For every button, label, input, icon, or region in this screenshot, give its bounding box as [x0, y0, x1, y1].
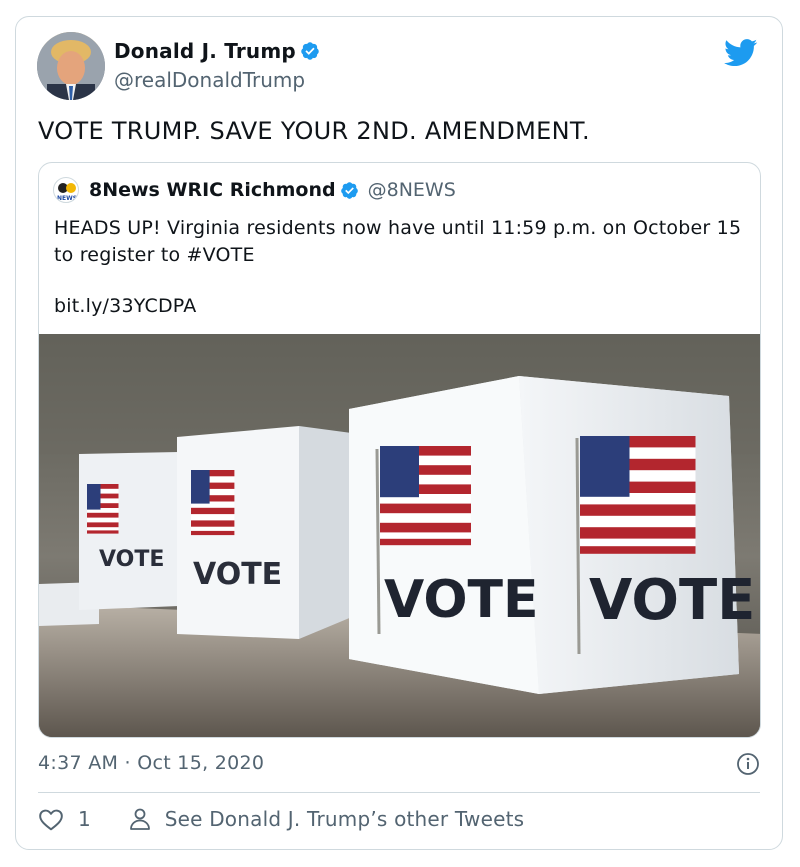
heart-icon[interactable] — [38, 807, 64, 831]
booth-label: VOTE — [99, 547, 164, 572]
divider — [38, 792, 760, 793]
verified-badge-icon — [301, 42, 319, 60]
like-count[interactable]: 1 — [78, 807, 91, 831]
twitter-bird-icon[interactable] — [724, 39, 758, 67]
author-avatar[interactable] — [37, 32, 105, 100]
tweet-card: Donald J. Trump @realDonaldTrump VOTE TR… — [15, 16, 783, 850]
tweet-text: VOTE TRUMP. SAVE YOUR 2ND. AMENDMENT. — [38, 117, 590, 145]
booth-label: VOTE — [589, 568, 755, 633]
avatar-image — [37, 32, 105, 100]
tweet-timestamp[interactable]: 4:37 AM · Oct 15, 2020 — [38, 752, 264, 774]
verified-badge-icon — [340, 181, 358, 199]
voting-booths-image[interactable]: VOTE VOTE VOTE VOTE — [39, 334, 761, 738]
quoted-tweet-text: HEADS UP! Virginia residents now have un… — [54, 217, 742, 266]
quoted-author-name[interactable]: 8News WRIC Richmond — [89, 179, 336, 201]
author-name[interactable]: Donald J. Trump — [114, 39, 296, 63]
booth-label: VOTE — [384, 570, 539, 630]
booth-label: VOTE — [193, 557, 282, 592]
news-logo-text: NEWS — [57, 195, 77, 202]
see-other-tweets-link[interactable]: See Donald J. Trump’s other Tweets — [165, 807, 525, 831]
quoted-author-row[interactable]: NEWS 8News WRIC Richmond @8NEWS — [53, 177, 456, 203]
quoted-author-handle[interactable]: @8NEWS — [368, 179, 456, 201]
quoted-tweet[interactable]: NEWS 8News WRIC Richmond @8NEWS HEADS UP… — [38, 162, 761, 738]
tweet-actions: 1 See Donald J. Trump’s other Tweets — [38, 807, 524, 831]
info-icon[interactable] — [736, 752, 760, 776]
quoted-author-logo: NEWS — [53, 177, 79, 203]
news-logo-icon: NEWS — [57, 183, 77, 202]
quoted-tweet-link[interactable]: bit.ly/33YCDPA — [54, 295, 196, 317]
author-name-row[interactable]: Donald J. Trump — [114, 39, 320, 63]
author-handle[interactable]: @realDonaldTrump — [114, 68, 305, 92]
person-icon[interactable] — [129, 807, 151, 831]
